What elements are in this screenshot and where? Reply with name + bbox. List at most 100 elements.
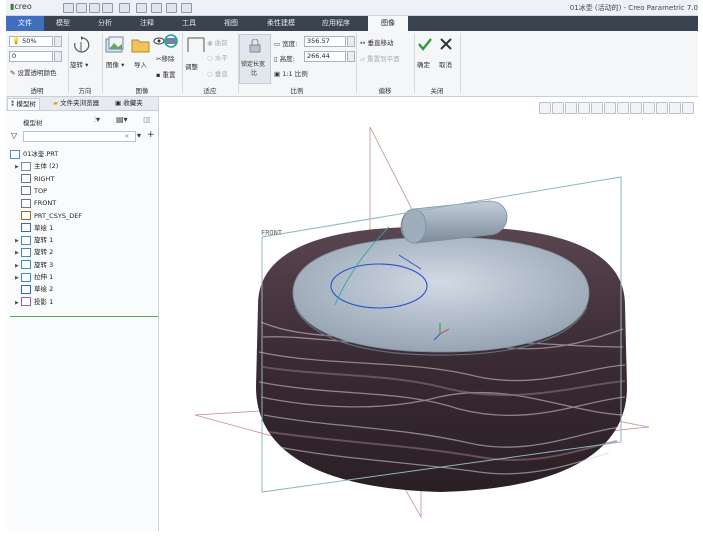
vertical-move-button[interactable]: ↔ 垂直移动 [360, 37, 394, 47]
ribbon: 💡 50% 0 ✎ 设置透明颜色 透明 旋转 ▾ 方向 图像 ▾ 导入 ✂移除 … [6, 31, 698, 97]
tab-applications[interactable]: 应用程序 [312, 16, 360, 31]
set-transparent-color-button[interactable]: ✎ 设置透明颜色 [10, 67, 57, 77]
tab-file[interactable]: 文件 [6, 16, 44, 31]
tab-analysis[interactable]: 分析 [88, 16, 122, 31]
tree-item[interactable]: 01冰壶.PRT [10, 148, 58, 160]
rotate-icon [74, 36, 90, 53]
height-label: ▯ 高度: [274, 55, 295, 63]
tree-item[interactable]: 草绘 1 [15, 222, 53, 234]
remove-button[interactable]: ✂移除 [156, 53, 174, 63]
body-icon [21, 161, 31, 171]
revolve-icon [21, 235, 31, 245]
group-label-fit: 适应 [203, 87, 217, 95]
tree-item-label: PRT_CSYS_DEF [34, 211, 83, 220]
search-options-icon[interactable]: ▾ [137, 131, 141, 140]
tree-item-label: FRONT [34, 199, 57, 208]
tree-item[interactable]: 草绘 2 [15, 283, 53, 295]
flip-option[interactable]: ◉ 曲前 [207, 37, 228, 47]
tree-item[interactable]: FRONT [15, 197, 56, 209]
tab-flexible-modeling[interactable]: 柔性建模 [258, 16, 304, 31]
transparency-input[interactable]: 0 [9, 51, 53, 62]
reset-label: 重置 [162, 71, 176, 79]
plane-icon [21, 198, 31, 208]
width-icon: ▭ [274, 40, 281, 48]
revolve-icon [21, 260, 31, 270]
folder-icon: ▰ [53, 99, 58, 107]
horizontal-option[interactable]: ○ 水平 [207, 52, 228, 62]
tab-favorites-label: 收藏夹 [123, 99, 143, 107]
tree-item[interactable]: RIGHT [15, 173, 54, 185]
tab-favorites[interactable]: ▣ 收藏夹 [112, 98, 146, 109]
vertical-option[interactable]: ○ 垂直 [207, 68, 228, 78]
tab-tools[interactable]: 工具 [172, 16, 206, 31]
revolve-icon [21, 247, 31, 257]
graphics-viewport[interactable]: FRONT [159, 97, 698, 531]
width-input[interactable]: 356.57 [304, 36, 346, 47]
plane-icon [21, 186, 31, 196]
curling-stone[interactable] [256, 200, 627, 492]
reset-icon: ▪ [156, 71, 161, 79]
transparency-spinner[interactable] [54, 51, 62, 62]
tree-item[interactable]: ▶ 旋转 3 [15, 259, 53, 271]
adjust-button[interactable]: 调整 [185, 61, 198, 71]
tree-settings-icon[interactable]: ⫶▾ [94, 115, 100, 125]
width-label: ▭ 宽度: [274, 40, 298, 48]
tree-item[interactable]: ▶ 主体 (2) [15, 160, 58, 172]
clear-search-icon[interactable]: × [124, 132, 129, 140]
image-button[interactable]: 图像 ▾ [106, 59, 124, 69]
reset-button[interactable]: ▪ 重置 [156, 69, 175, 79]
tree-search-input[interactable] [23, 131, 136, 142]
tab-model[interactable]: 模型 [46, 16, 80, 31]
lock-icon [249, 39, 261, 53]
lock-aspect-label-2: 比 [251, 70, 258, 77]
panel-tabs: ⁑ 模型树 ▰ 文件夹浏览器 ▣ 收藏夹 [6, 97, 158, 111]
tree-item[interactable]: TOP [15, 185, 47, 197]
height-icon: ▯ [274, 55, 278, 63]
plane-reset-icon: ▱ [360, 55, 365, 63]
tree-item-label: 01冰壶.PRT [23, 150, 59, 158]
tree-item[interactable]: ▶ 投影 1 [15, 296, 53, 308]
confirm-button[interactable]: 确定 [417, 59, 430, 69]
ratio-1to1-button[interactable]: ▣ 1:1 比例 [274, 68, 308, 78]
tab-annotate[interactable]: 注释 [130, 16, 164, 31]
tab-model-tree[interactable]: ⁑ 模型树 [7, 98, 40, 110]
plane-icon [21, 174, 31, 184]
width-spinner[interactable] [347, 36, 355, 47]
title-bar: ▮creo 01冰壶 (活动的) - Creo Parametric 7.0 [6, 0, 698, 16]
model-scene: FRONT [194, 126, 650, 519]
opacity-dropdown[interactable] [54, 36, 62, 47]
tree-columns-icon[interactable]: ▥ [143, 115, 151, 124]
tab-model-tree-label: 模型树 [16, 100, 36, 108]
height-spinner[interactable] [347, 51, 355, 62]
tab-view[interactable]: 视图 [214, 16, 248, 31]
lock-aspect-label-1: 锁定长宽 [241, 61, 266, 68]
project-icon [21, 297, 31, 307]
rotate-button[interactable]: 旋转 ▾ [70, 59, 88, 69]
insert-indicator [10, 316, 158, 317]
tab-image[interactable]: 图像 [368, 16, 408, 31]
cancel-button[interactable]: 取消 [439, 59, 452, 69]
import-button[interactable]: 导入 [134, 59, 147, 69]
add-filter-icon[interactable]: + [147, 130, 155, 140]
image-label: 图像 [106, 61, 119, 69]
opacity-select[interactable]: 💡 50% [9, 36, 53, 47]
height-input[interactable]: 266.44 [304, 51, 346, 62]
part-icon [10, 149, 20, 159]
tree-show-icon[interactable]: ▤▾ [116, 115, 128, 124]
image-icon [105, 36, 124, 53]
adjust-icon [187, 37, 205, 52]
rotate-label: 旋转 [70, 61, 83, 69]
front-plane-label: FRONT [261, 229, 283, 237]
tree-item-label: 草绘 2 [34, 285, 54, 294]
reset-to-plane-button[interactable]: ▱ 重置到平面 [360, 53, 400, 63]
tree-item[interactable]: PRT_CSYS_DEF [15, 210, 82, 222]
tab-folder-browser[interactable]: ▰ 文件夹浏览器 [50, 98, 102, 109]
group-label-ratio: 比例 [290, 87, 304, 95]
tree-item-label: RIGHT [34, 174, 55, 183]
lock-aspect-button[interactable]: 锁定长宽 比 [239, 34, 271, 84]
ribbon-tabs: 文件 模型 分析 注释 工具 视图 柔性建模 应用程序 图像 [6, 16, 698, 31]
tree-item[interactable]: ▶ 旋转 1 [15, 234, 53, 246]
tree-item-label: 旋转 1 [34, 236, 54, 245]
tree-item[interactable]: ▶ 拉伸 1 [15, 271, 53, 283]
tree-item[interactable]: ▶ 旋转 2 [15, 246, 53, 258]
